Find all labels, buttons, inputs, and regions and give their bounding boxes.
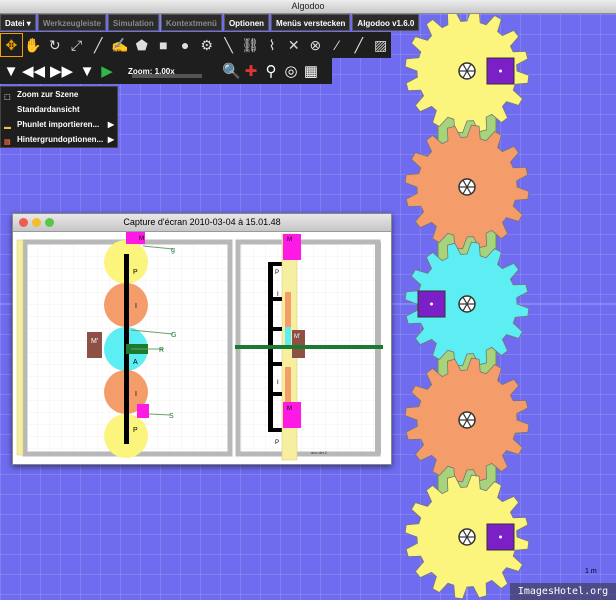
context-menu-label: Standardansicht [17,105,80,114]
menu-item[interactable]: Optionen [223,14,270,31]
menu-item[interactable]: Datei ▾ [0,14,36,31]
app-title-bar: Algodoo [0,0,616,14]
folder-icon: ▬ [4,124,11,131]
drag-pin-icon[interactable]: ⚲ [262,62,280,80]
context-menu-item[interactable]: ⬚ Zoom zur Szene [1,87,117,102]
label-m-top: M [139,236,144,242]
label-p-top: P [133,269,138,276]
plane-tool-icon[interactable]: ╲ [218,34,239,56]
dropdown-arrow-icon[interactable]: ▼ [2,63,20,80]
fast-forward-icon[interactable]: ▶▶ [50,62,73,80]
knife-tool-icon[interactable]: ╱ [88,34,109,56]
texture-tool-icon[interactable]: ▨ [370,34,391,56]
menu-item[interactable]: Kontextmenü [160,14,222,31]
label-i-bottom: I [135,391,137,398]
circle-tool-icon[interactable]: ● [175,34,196,56]
gear-tool-icon[interactable]: ⚙ [196,34,217,56]
label-g: G [171,332,176,339]
context-menu-item[interactable]: Standardansicht [1,102,117,117]
side-label-m-top: M [287,237,292,243]
screenshot-window: Capture d'écran 2010-03-04 à 15.01.48 P … [12,213,392,465]
tracer-tool-icon[interactable]: ╱ [349,34,370,56]
scale-indicator: 1 m [585,568,597,575]
hand-tool-icon[interactable]: ✋ [23,34,44,56]
simulation-controls: ▼ ◀◀ ▶▶ ▼ ▶ Zoom: 1.00x 🔍 ✚ ⚲ ◎ ▦ [0,58,332,84]
menu-item[interactable]: Werkzeugleiste [37,14,106,31]
screenshot-window-title: Capture d'écran 2010-03-04 à 15.01.48 [123,217,281,227]
screenshot-content: P I M' G R A I P S g M M P I M' I M P ac… [13,232,391,464]
default-view-icon [4,105,13,114]
spring-tool-icon[interactable]: ⌇ [262,34,283,56]
box-tool-icon[interactable]: ■ [153,34,174,56]
watermark: ImagesHotel.org [510,583,616,600]
play-icon[interactable]: ▶ [98,62,116,80]
gravity-icon[interactable]: ✚ [242,62,260,80]
context-menu-item[interactable]: ▤ Hintergrundoptionen... ▶ [1,132,117,147]
mechanism-diagram: P I M' G R A I P S g M M P I M' I M P ac… [13,232,391,464]
label-m-left: M' [91,338,98,345]
context-menu-item[interactable]: ▬ Phunlet importieren... ▶ [1,117,117,132]
label-g-top: g [171,247,175,254]
air-icon[interactable]: ◎ [282,62,300,80]
close-button[interactable] [19,218,28,227]
scale-tool-icon[interactable]: ⤢ [66,34,87,56]
brush-tool-icon[interactable]: ✍ [110,34,131,56]
menu-item[interactable]: Algodoo v1.6.0 [352,14,420,31]
move-tool-icon[interactable]: ✥ [0,33,23,57]
zoom-magnifier-icon[interactable]: 🔍 [222,62,241,80]
zoom-button[interactable] [45,218,54,227]
context-menu-label: Phunlet importieren... [17,120,100,129]
grid-icon[interactable]: ▦ [302,62,320,80]
side-note: acc.der.2 [311,450,328,455]
menu-item[interactable]: Simulation [107,14,159,31]
polygon-tool-icon[interactable]: ⬟ [131,34,152,56]
laser-tool-icon[interactable]: ⁄ [327,34,348,56]
fixate-tool-icon[interactable]: ✕ [283,34,304,56]
background-context-menu: ⬚ Zoom zur Szene Standardansicht ▬ Phunlet i… [0,86,118,148]
wheel-tool-icon[interactable]: ⊗ [305,34,326,56]
label-i-top: I [135,303,137,310]
label-a: A [133,359,138,366]
submenu-arrow-icon: ▶ [107,135,114,144]
screenshot-window-titlebar[interactable]: Capture d'écran 2010-03-04 à 15.01.48 [13,214,391,232]
context-menu-label: Hintergrundoptionen... [17,135,104,144]
rewind-icon[interactable]: ◀◀ [22,62,45,80]
side-label-p-bottom: P [275,440,279,446]
menu-item[interactable]: Menüs verstecken [271,14,351,31]
tool-palette: ✥ ✋ ↻ ⤢ ╱ ✍ ⬟ ■ ● ⚙ ╲ ⛓ ⌇ ✕ ⊗ ⁄ ╱ ▨ [0,32,391,58]
rainbow-icon: ▤ [4,139,11,146]
side-label-m-bottom: M [287,406,292,412]
label-s: S [169,413,174,420]
zoom-scene-icon: ⬚ [4,94,11,101]
main-menubar: Datei ▾ Werkzeugleiste Simulation Kontextme… [0,14,420,31]
app-title: Algodoo [291,1,325,11]
chain-tool-icon[interactable]: ⛓ [240,34,261,56]
side-label-m-mid: M' [294,334,300,340]
label-r: R [159,347,164,354]
speed-dropdown-icon[interactable]: ▼ [78,63,96,80]
minimize-button[interactable] [32,218,41,227]
rotate-tool-icon[interactable]: ↻ [44,34,65,56]
label-p-bottom: P [133,427,138,434]
submenu-arrow-icon: ▶ [107,120,114,129]
side-label-p-top: P [275,270,279,276]
zoom-slider[interactable] [132,74,202,78]
context-menu-label: Zoom zur Szene [17,90,79,99]
